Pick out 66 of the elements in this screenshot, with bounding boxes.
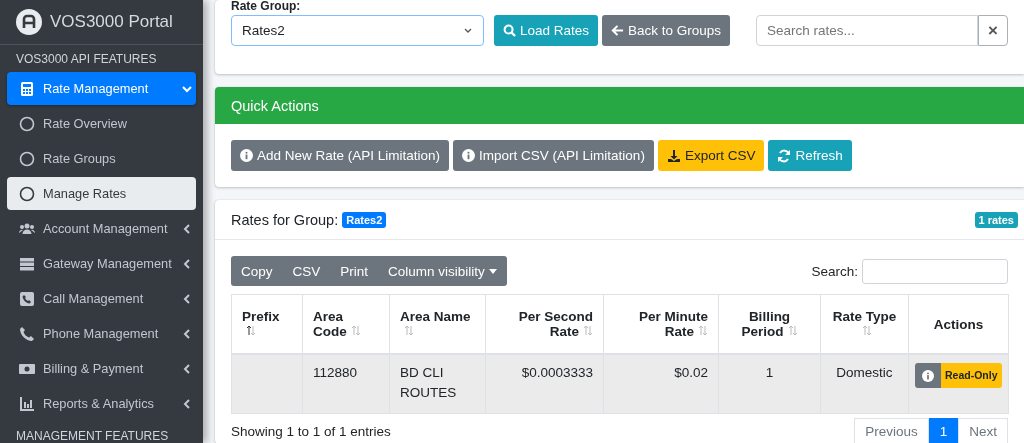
server-icon [19,255,35,272]
chevron-down-icon [182,83,192,94]
nav-item[interactable]: Billing & Payment [7,352,196,385]
toolbar-button[interactable]: CSV [282,256,331,286]
chevron-left-icon [182,363,192,374]
field-label: Rate Group: [231,0,302,13]
info-button[interactable] [915,363,941,388]
info-icon [462,149,476,162]
nav-item[interactable]: Gateway Management [7,247,196,280]
action-button[interactable]: Add New Rate (API Limitation) [231,140,450,171]
back-button[interactable]: Back to Groups [602,15,731,46]
search-field[interactable]: Search rates... [756,15,978,46]
rate-group-select[interactable]: Rates2 [231,15,484,46]
page-button[interactable]: 1 [928,418,959,443]
circle-icon [19,150,35,167]
arrow-left-icon [611,24,625,37]
table-search-field[interactable] [862,258,1008,284]
search-label: Search: [811,263,858,279]
phone-square-icon [19,290,35,307]
circle-icon [19,185,35,202]
caret-down-icon [488,268,497,274]
read-only-badge: Read-Only [941,363,1002,388]
caret-icon [463,26,473,35]
action-button[interactable]: Export CSV [657,140,765,171]
nav-item[interactable]: Rate Management [7,72,196,105]
chevron-left-icon [182,398,192,409]
chevron-left-icon [182,293,192,304]
brand-title: VOS3000 Portal [50,12,173,32]
info-icon [240,149,253,162]
chevron-left-icon [182,258,192,269]
download-icon [666,148,681,163]
info-icon [922,369,934,382]
entries-info: Showing 1 to 1 of 1 entries [231,423,391,439]
group-badge: Rates2 [342,211,387,228]
logo-icon [16,9,42,35]
nav-item[interactable]: Call Management [7,282,196,315]
toolbar-button[interactable]: Copy [231,256,283,286]
nav-item[interactable]: Account Management [7,212,196,245]
nav-subitem[interactable]: Rate Overview [7,107,196,140]
search-icon [503,24,516,37]
phone-icon [19,325,35,342]
toolbar-button[interactable]: Column visibility [378,256,507,286]
nav-item[interactable]: Phone Management [7,317,196,350]
nav-subitem[interactable]: Rate Groups [7,142,196,175]
table-cell: 112880 [313,365,358,380]
calculator-icon [19,80,35,97]
refresh-icon [777,148,792,163]
card-title: Rates for Group: [231,211,339,228]
circle-icon [19,115,35,132]
nav-item[interactable]: Reports & Analytics [7,387,196,420]
action-button[interactable]: Import CSV (API Limitation) [453,140,654,171]
clear-button[interactable]: × [978,15,1008,46]
table-cell: $0.02 [674,365,708,380]
card-header: Quick Actions [215,87,1024,124]
section-header: MANAGEMENT FEATURES [15,428,170,443]
table-cell: BD CLI ROUTES [400,365,457,400]
table-cell: 1 [765,365,774,380]
chevron-left-icon [182,223,192,234]
table-cell: Domestic [836,365,893,380]
table-cell: $0.0003333 [521,365,593,380]
chevron-left-icon [182,328,192,339]
count-badge: 1 rates [974,211,1018,228]
nav-subitem[interactable]: Manage Rates [7,177,196,210]
toolbar-button[interactable]: Print [330,256,379,286]
bar-chart-icon [19,395,35,412]
section-header: VOS3000 API FEATURES [15,51,158,68]
